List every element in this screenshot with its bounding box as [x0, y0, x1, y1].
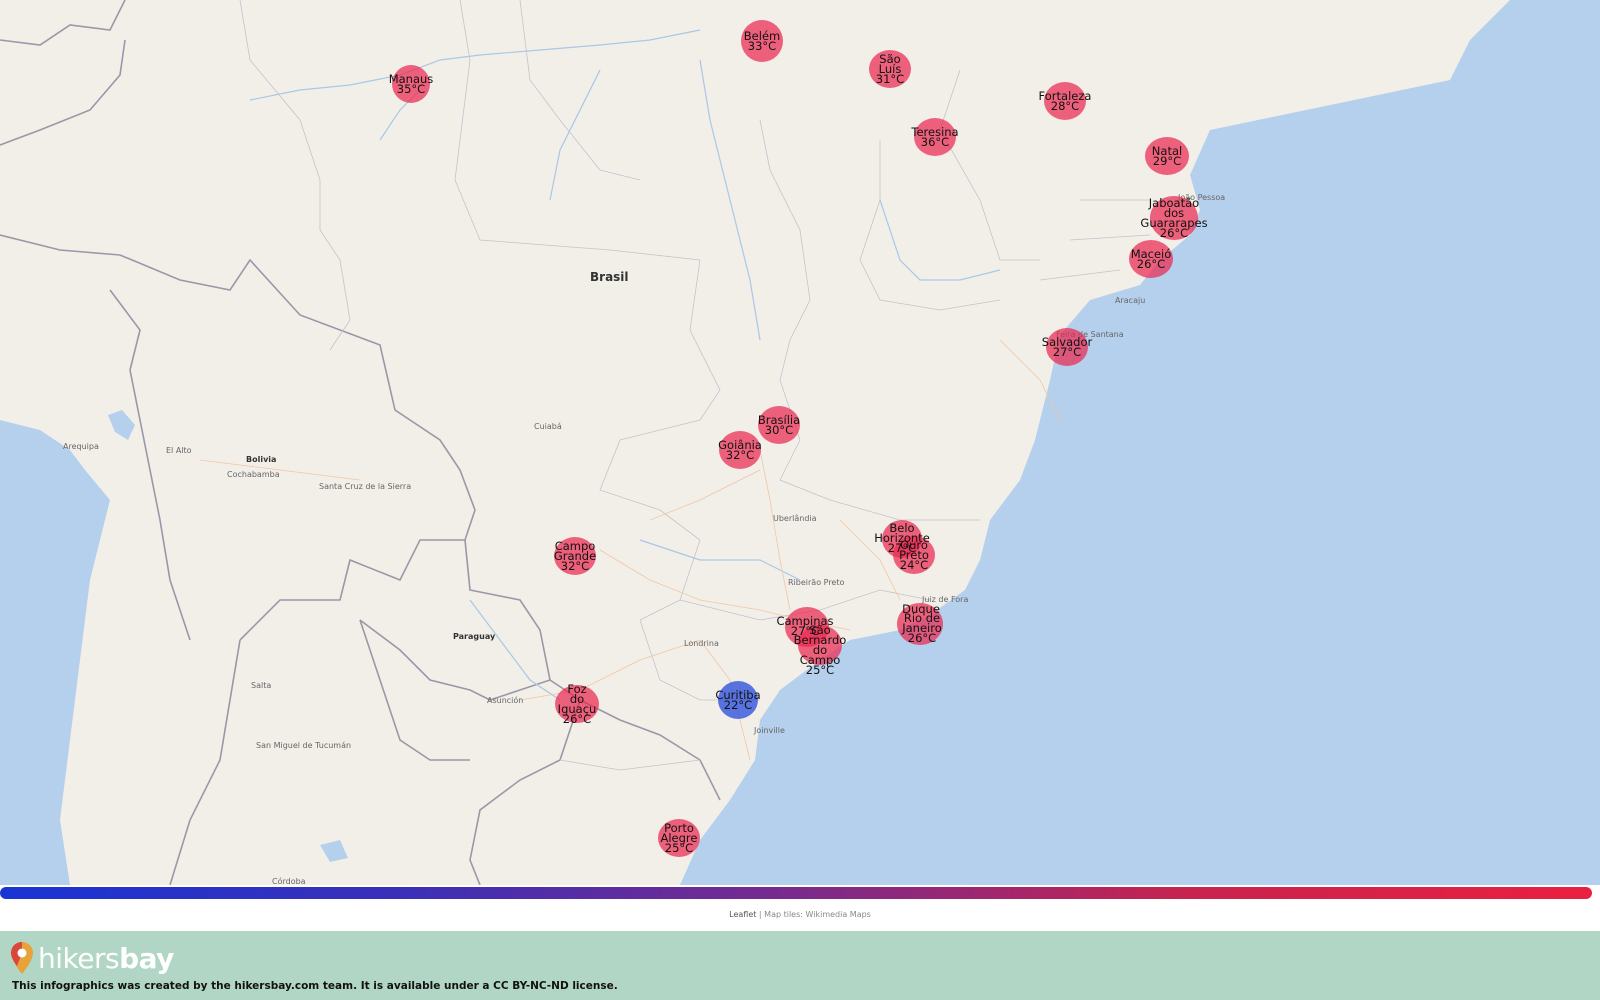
city-label-goiania: Goiânia 32°C — [718, 438, 762, 462]
country-label-bolivia: Bolivia — [246, 455, 277, 464]
basemap — [0, 0, 1559, 885]
leaflet-link[interactable]: Leaflet — [729, 910, 756, 919]
city-label-porto-alegre: Porto Alegre 25°C — [660, 821, 698, 855]
city-label-belem: Belém 33°C — [743, 29, 781, 53]
city-label-manaus: Manaus 35°C — [388, 72, 434, 96]
place-label: Uberlândia — [773, 514, 817, 523]
country-label-brasil: Brasil — [590, 270, 629, 284]
place-label: Cochabamba — [227, 470, 280, 479]
city-label-fortaleza: Fortaleza 28°C — [1038, 89, 1092, 113]
city-label-ouro-preto: Ouro Preto 24°C — [899, 538, 929, 572]
city-label-foz: Foz do Iguaçu 26°C — [557, 682, 597, 726]
map-attribution: Leaflet | Map tiles: Wikimedia Maps — [0, 910, 1600, 919]
city-label-brasilia: Brasília 30°C — [757, 413, 801, 437]
map-pin-icon — [11, 942, 33, 974]
place-label: Joinville — [754, 726, 785, 735]
place-label: Arequipa — [63, 442, 99, 451]
city-label-jaboatao: Jaboatão dos Guararapes 26°C — [1140, 196, 1208, 240]
place-label: Santa Cruz de la Sierra — [319, 482, 412, 491]
map-view[interactable]: Brasil Bolivia Paraguay Arequipa El Alto… — [0, 0, 1600, 885]
place-label: Córdoba — [272, 877, 306, 885]
footer-banner: hikersbay This infographics was created … — [0, 931, 1600, 1000]
city-label-curitiba: Curitiba 22°C — [715, 688, 761, 712]
city-label-maceio: Maceió 26°C — [1130, 247, 1172, 271]
place-label: El Alto — [166, 446, 192, 455]
place-label: San Miguel de Tucumán — [256, 741, 352, 750]
logo-text-light: hikers — [38, 941, 120, 975]
place-label: Londrina — [684, 639, 719, 648]
city-label-campo-grande: Campo Grande 32°C — [553, 539, 597, 573]
place-label: Salta — [251, 681, 272, 690]
place-label: Asunción — [487, 696, 524, 705]
place-label: Cuiabá — [534, 422, 562, 431]
city-label-sao-luis: São Luís 31°C — [875, 52, 905, 86]
country-label-paraguay: Paraguay — [453, 632, 496, 641]
temperature-color-scale — [0, 887, 1592, 899]
city-label-teresina: Teresina 36°C — [911, 125, 959, 149]
city-label-natal: Natal 29°C — [1151, 144, 1183, 168]
attribution-separator: | Map tiles: — [756, 910, 806, 919]
license-text: This infographics was created by the hik… — [12, 980, 618, 992]
city-label-sbc: São Bernardo do Campo 25°C — [793, 623, 847, 677]
hikersbay-logo[interactable]: hikersbay — [10, 941, 174, 975]
logo-text-bold: bay — [119, 941, 174, 975]
city-label-salvador: Salvador 27°C — [1041, 335, 1093, 359]
place-label: Aracaju — [1115, 296, 1146, 305]
tiles-link[interactable]: Wikimedia Maps — [806, 910, 871, 919]
city-label-rio: Rio de Janeiro 26°C — [902, 611, 942, 645]
place-label: Ribeirão Preto — [788, 578, 845, 587]
